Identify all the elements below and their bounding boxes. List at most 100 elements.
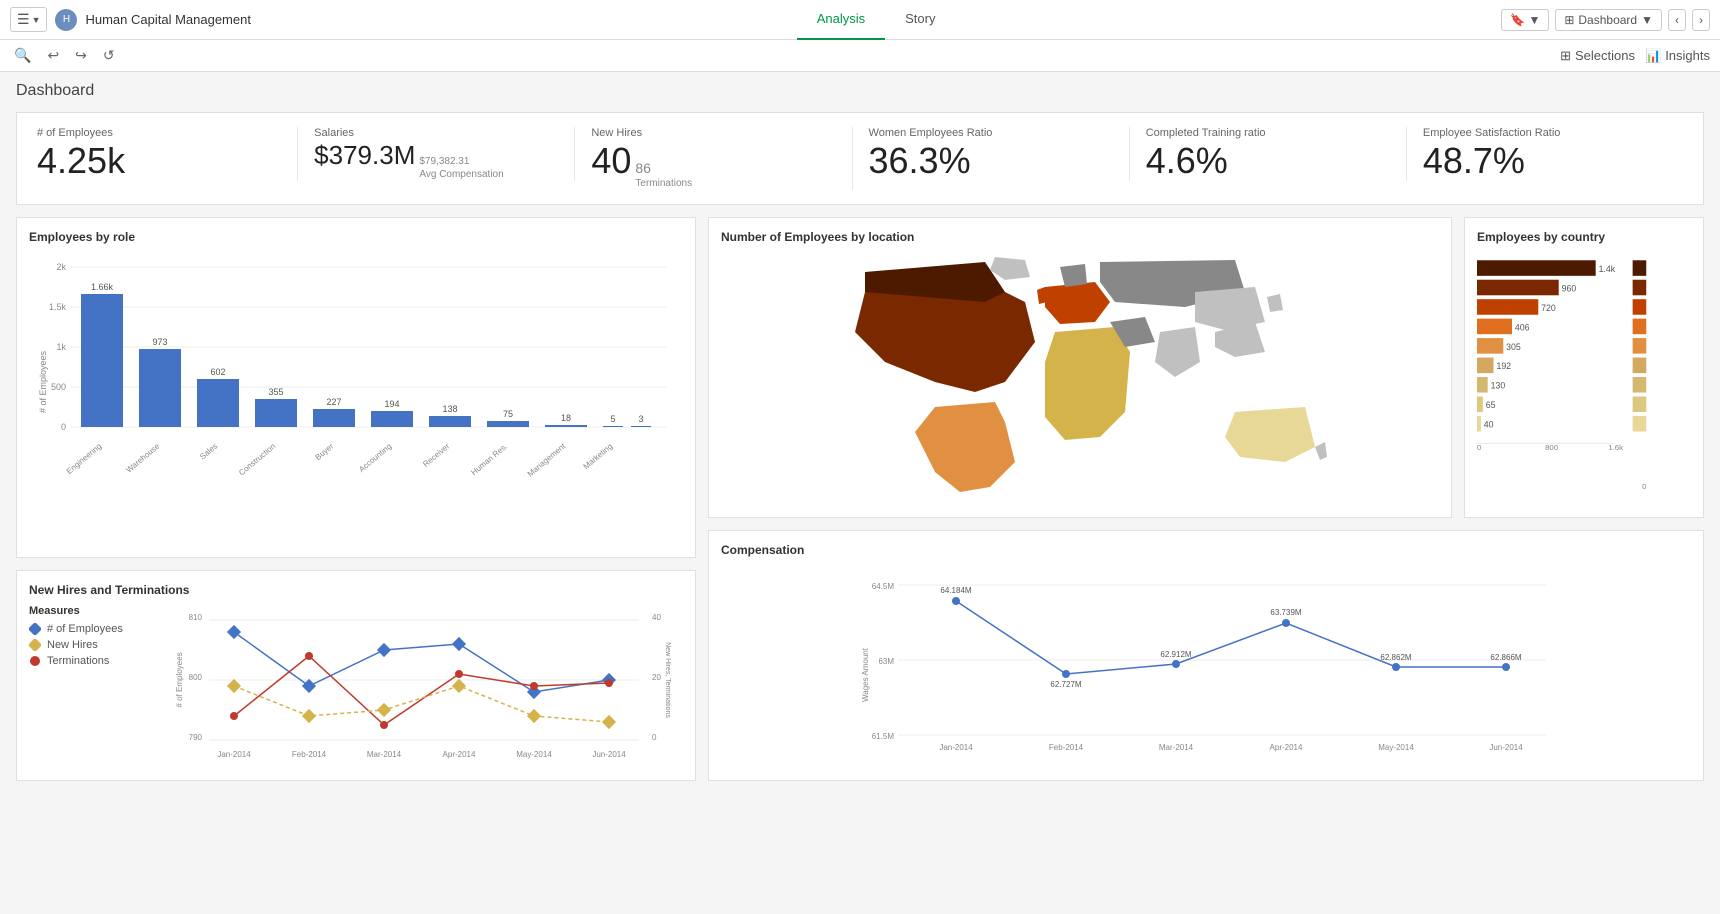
map-panel: Number of Employees by location [708,217,1452,518]
world-map-svg [721,252,1439,502]
tab-story[interactable]: Story [885,0,955,40]
svg-text:Jan-2014: Jan-2014 [217,750,251,759]
kpi-row: # of Employees 4.25k Salaries $379.3M $7… [16,112,1704,205]
app-title: Human Capital Management [85,12,250,27]
country-bars-svg: 0 1.4k 960 720 406 305 [1477,252,1691,502]
forward-button[interactable]: ↪ [71,45,91,66]
svg-text:1.66k: 1.66k [91,282,114,292]
compensation-svg: Wages Amount 64.5M 63M 61.5M [721,565,1691,765]
kpi-employees: # of Employees 4.25k [37,127,298,181]
svg-text:Jun-2014: Jun-2014 [592,750,626,759]
dashboard: # of Employees 4.25k Salaries $379.3M $7… [0,104,1720,789]
new-hires-diamond-icon [29,639,41,651]
svg-text:Feb-2014: Feb-2014 [292,750,327,759]
bookmark-button[interactable]: 🔖 ▼ [1501,9,1549,31]
svg-text:0: 0 [1642,482,1647,491]
svg-text:1.4k: 1.4k [1599,264,1616,274]
hamburger-dropdown-icon: ▼ [32,15,41,25]
top-bar-left: ☰ ▼ H Human Capital Management [10,7,251,32]
insights-button[interactable]: 📊 Insights [1645,48,1710,64]
kpi-women-ratio: Women Employees Ratio 36.3% [853,127,1130,181]
selections-icon: ⊞ [1560,48,1571,64]
svg-text:800: 800 [1545,443,1559,452]
employees-by-role-panel: Employees by role # of Employees 2k 1.5k… [16,217,696,558]
map-row: Number of Employees by location [708,217,1704,518]
svg-text:61.5M: 61.5M [872,732,895,741]
svg-text:Feb-2014: Feb-2014 [1049,743,1084,752]
hires-top: Measures # of Employees New Hires [29,605,683,768]
legend-employees: # of Employees [29,623,149,635]
svg-text:62.866M: 62.866M [1490,653,1521,662]
next-button[interactable]: › [1692,9,1710,31]
svg-text:Jun-2014: Jun-2014 [1489,743,1523,752]
prev-button[interactable]: ‹ [1668,9,1686,31]
legend-new-hires: New Hires [29,639,149,651]
svg-text:Buyer: Buyer [313,442,335,463]
svg-text:0: 0 [61,422,66,432]
employees-by-role-title: Employees by role [29,230,683,244]
svg-text:62.727M: 62.727M [1050,680,1081,689]
left-panel: Employees by role # of Employees 2k 1.5k… [16,217,696,781]
view-dropdown-icon: ▼ [1641,13,1653,27]
svg-text:227: 227 [326,397,341,407]
hamburger-button[interactable]: ☰ ▼ [10,7,47,32]
kpi-satisfaction-ratio: Employee Satisfaction Ratio 48.7% [1407,127,1683,181]
insights-chart-icon: 📊 [1645,48,1661,64]
svg-text:64.184M: 64.184M [940,586,971,595]
page-title: Dashboard [16,82,1704,100]
svg-text:# of Employees: # of Employees [175,653,184,708]
employees-by-role-chart: # of Employees 2k 1.5k 1k 500 0 [29,252,683,492]
svg-text:602: 602 [210,367,225,377]
country-chart-panel: Employees by country 0 1.4k 960 720 [1464,217,1704,518]
svg-text:0: 0 [1477,443,1482,452]
svg-text:62.862M: 62.862M [1380,653,1411,662]
smart-search-button[interactable]: 🔍 [10,45,35,66]
svg-text:973: 973 [152,337,167,347]
back-button[interactable]: ↩ [43,45,63,66]
selections-button[interactable]: ⊞ Selections [1560,48,1635,64]
svg-text:Mar-2014: Mar-2014 [367,750,402,759]
dashboard-icon: ⊞ [1564,13,1574,27]
tab-analysis[interactable]: Analysis [797,0,885,40]
map-title: Number of Employees by location [721,230,1439,244]
svg-text:63.739M: 63.739M [1270,608,1301,617]
dashboard-view-button[interactable]: ⊞ Dashboard ▼ [1555,9,1662,31]
svg-text:Apr-2014: Apr-2014 [443,750,476,759]
svg-text:Wages Amount: Wages Amount [861,647,870,702]
svg-text:3: 3 [638,414,643,424]
top-bar: ☰ ▼ H Human Capital Management Analysis … [0,0,1720,40]
svg-text:1.5k: 1.5k [49,302,67,312]
svg-text:62.912M: 62.912M [1160,650,1191,659]
toolbar-right: ⊞ Selections 📊 Insights [1560,48,1710,64]
toolbar: 🔍 ↩ ↪ ↺ ⊞ Selections 📊 Insights [0,40,1720,72]
svg-text:May-2014: May-2014 [516,750,552,759]
toolbar-left: 🔍 ↩ ↪ ↺ [10,45,119,66]
svg-text:Mar-2014: Mar-2014 [1159,743,1194,752]
terminations-circle-icon [29,655,41,667]
svg-text:130: 130 [1491,381,1506,391]
svg-text:800: 800 [189,673,203,682]
hamburger-icon: ☰ [17,11,30,28]
svg-text:960: 960 [1562,284,1577,294]
employees-diamond-icon [29,623,41,635]
main-charts-row: Employees by role # of Employees 2k 1.5k… [16,217,1704,781]
nav-tabs: Analysis Story [797,0,956,40]
svg-text:75: 75 [503,409,513,419]
svg-text:0: 0 [652,733,657,742]
svg-text:810: 810 [189,613,203,622]
svg-text:790: 790 [189,733,203,742]
svg-text:64.5M: 64.5M [872,582,895,591]
svg-text:5: 5 [610,414,615,424]
svg-text:Accounting: Accounting [357,442,393,474]
refresh-button[interactable]: ↺ [99,45,119,66]
hires-chart-svg: 810 800 790 40 20 0 # of Employees New H… [165,605,683,765]
svg-text:New Hires, Terminations: New Hires, Terminations [664,642,671,718]
svg-text:720: 720 [1541,303,1556,313]
svg-text:Warehouse: Warehouse [124,441,161,474]
hires-chart-area: 810 800 790 40 20 0 # of Employees New H… [165,605,683,768]
kpi-training-ratio: Completed Training ratio 4.6% [1130,127,1407,181]
page-title-bar: Dashboard [0,72,1720,104]
svg-text:40: 40 [652,613,661,622]
svg-text:500: 500 [51,382,66,392]
svg-text:Apr-2014: Apr-2014 [1270,743,1303,752]
